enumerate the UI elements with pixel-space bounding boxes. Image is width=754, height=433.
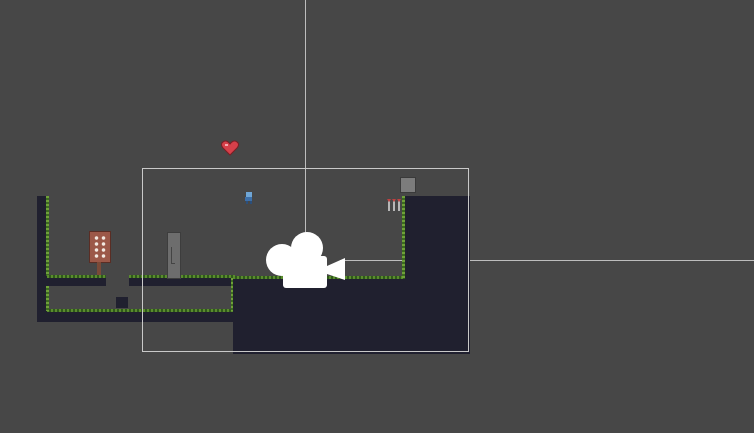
spike-pillar[interactable]	[89, 231, 111, 263]
upper-floor-left-grass	[47, 275, 106, 278]
lower-corridor-left-grass	[46, 286, 49, 311]
small-ground-block	[116, 297, 128, 308]
left-wall-grass	[46, 196, 49, 276]
spike-pillar-stem	[97, 262, 101, 275]
upper-floor-left	[47, 277, 106, 286]
camera-gizmo-icon[interactable]	[263, 230, 349, 290]
heart-icon[interactable]	[221, 140, 239, 156]
scene-view[interactable]	[0, 0, 754, 433]
